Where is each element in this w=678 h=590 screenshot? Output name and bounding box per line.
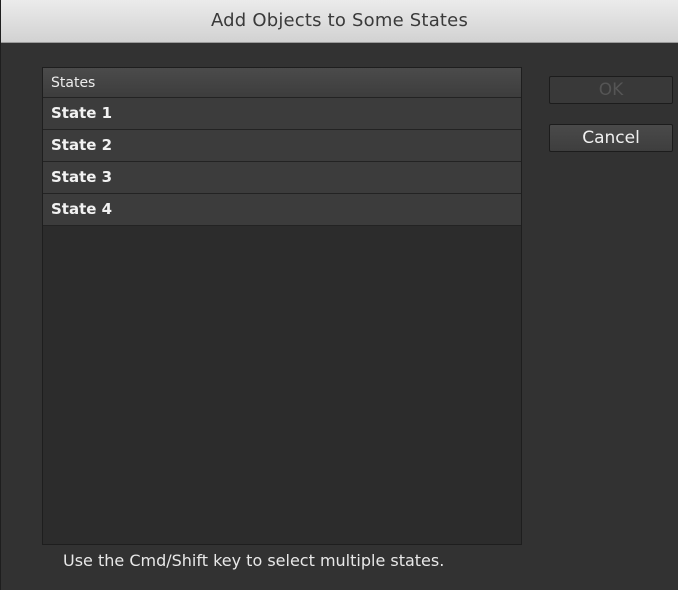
states-list-header: States <box>43 68 521 98</box>
multi-select-hint: Use the Cmd/Shift key to select multiple… <box>63 551 445 570</box>
cancel-button[interactable]: Cancel <box>549 124 673 152</box>
ok-button[interactable]: OK <box>549 76 673 104</box>
states-list[interactable]: States State 1 State 2 State 3 State 4 <box>42 67 522 545</box>
state-list-item-4[interactable]: State 4 <box>43 194 521 226</box>
state-list-item-1[interactable]: State 1 <box>43 98 521 130</box>
add-objects-dialog: Add Objects to Some States States State … <box>0 0 678 590</box>
state-list-item-3[interactable]: State 3 <box>43 162 521 194</box>
state-list-item-2[interactable]: State 2 <box>43 130 521 162</box>
dialog-title: Add Objects to Some States <box>210 10 469 31</box>
dialog-titlebar: Add Objects to Some States <box>1 0 678 43</box>
